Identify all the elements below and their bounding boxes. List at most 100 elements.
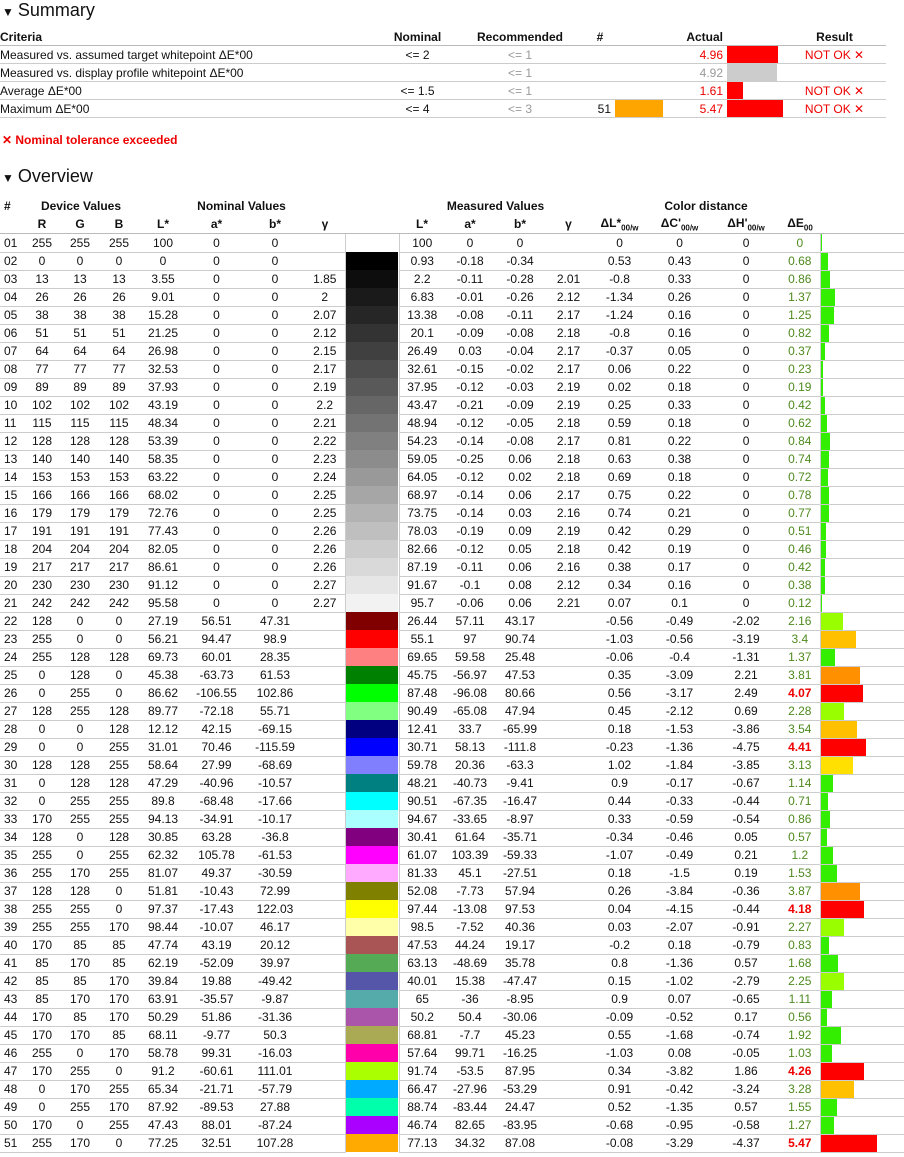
measured-cell: 91.67 (399, 576, 446, 595)
patch-number: 42 (0, 972, 24, 991)
measured-cell: -3.86 (712, 720, 781, 739)
measured-cell: 15.38 (445, 972, 496, 991)
measured-cell: 0 (712, 270, 781, 289)
nominal-cell (305, 1080, 346, 1099)
measured-cell: -16.25 (495, 1044, 546, 1063)
patch-number: 05 (0, 306, 24, 325)
delta-e: 5.47 (780, 1134, 821, 1153)
measured-cell: 0 (445, 233, 496, 253)
measured-cell: -56.97 (445, 666, 496, 685)
measured-cell: -0.05 (712, 1044, 781, 1063)
measured-cell: 0 (712, 360, 781, 379)
measured-cell: -2.12 (647, 702, 713, 721)
nominal-cell: 98.9 (245, 630, 305, 649)
nominal-swatch (346, 630, 373, 648)
actual-bar (727, 64, 777, 81)
overview-heading[interactable]: ▼ Overview (2, 166, 93, 187)
measured-cell: 54.23 (399, 432, 446, 451)
nominal-cell: 2.2 (305, 396, 346, 415)
nominal-swatch (346, 828, 373, 846)
nominal-swatch (346, 1080, 373, 1098)
nominal-cell (305, 738, 346, 757)
nominal-cell: -34.91 (188, 810, 245, 829)
measured-cell: 61.64 (445, 828, 496, 847)
measured-cell: 82.65 (445, 1116, 496, 1135)
nominal-cell: 0 (245, 324, 305, 343)
measured-cell: 0 (712, 252, 781, 271)
recommended: <= 1 (455, 45, 585, 64)
nominal-swatch (346, 738, 373, 756)
nominal-cell: 26.98 (138, 342, 188, 361)
result-status (783, 63, 886, 82)
column-header: b* (495, 215, 546, 234)
nominal-swatch (346, 270, 373, 288)
nominal-swatch (346, 684, 373, 702)
measured-cell: -0.21 (445, 396, 496, 415)
summary-header-row: Criteria Nominal Recommended # Actual Re… (0, 28, 886, 46)
measured-cell: 0.35 (592, 666, 648, 685)
color-swatch (344, 594, 400, 612)
nominal-cell: 255 (60, 684, 100, 703)
nominal-cell: 50.3 (245, 1026, 305, 1045)
measured-cell: 0.56 (592, 684, 648, 703)
measured-swatch (372, 630, 399, 648)
nominal-cell: 128 (100, 774, 138, 793)
nominal-swatch (346, 1062, 373, 1080)
color-swatch (344, 702, 400, 720)
patch-number: 51 (585, 99, 615, 118)
delta-e-bar (820, 558, 825, 576)
measured-cell: -0.49 (647, 612, 713, 631)
nominal-cell: 39.84 (138, 972, 188, 991)
measured-cell: -0.33 (647, 792, 713, 811)
measured-cell: -53.29 (495, 1080, 546, 1099)
patch-row: 38 255 255 0 97.37 -17.43 122.03 97.44 -13.08 97.… (0, 900, 904, 919)
measured-cell: 2.2 (399, 270, 446, 289)
measured-cell: 35.78 (495, 954, 546, 973)
measured-cell: -2.79 (712, 972, 781, 991)
measured-cell: 37.95 (399, 378, 446, 397)
nominal-cell: 170 (100, 1044, 138, 1063)
color-swatch (344, 630, 400, 648)
nominal-cell: 27.19 (138, 612, 188, 631)
color-swatch (344, 540, 400, 558)
nominal-cell (305, 864, 346, 883)
color-swatch (344, 648, 400, 666)
measured-cell: 25.48 (495, 648, 546, 667)
measured-cell: 80.66 (495, 684, 546, 703)
measured-cell: -1.31 (712, 648, 781, 667)
measured-cell: -3.84 (647, 882, 713, 901)
summary-heading[interactable]: ▼ Summary (2, 0, 95, 21)
nominal-cell (305, 252, 346, 271)
measured-cell: 30.71 (399, 738, 446, 757)
color-swatch (344, 468, 400, 486)
measured-cell: 100 (399, 233, 446, 253)
nominal-cell: 128 (100, 648, 138, 667)
nominal-cell: 56.51 (188, 612, 245, 631)
measured-cell: 0 (712, 342, 781, 361)
measured-cell: 0.75 (592, 486, 648, 505)
measured-cell: -0.14 (445, 432, 496, 451)
nominal-cell (305, 954, 346, 973)
measured-cell: 59.58 (445, 648, 496, 667)
nominal-cell: 153 (100, 468, 138, 487)
nominal-cell: 58.78 (138, 1044, 188, 1063)
measured-cell (545, 990, 593, 1009)
measured-cell: 2.16 (545, 504, 593, 523)
patch-row: 50 170 0 255 47.43 88.01 -87.24 46.74 82.65 -83.9… (0, 1116, 904, 1135)
patch-row: 31 0 128 128 47.29 -40.96 -10.57 48.21 -40.73 -9.… (0, 774, 904, 793)
color-swatch (344, 1098, 400, 1116)
measured-cell: -0.12 (445, 414, 496, 433)
measured-cell: -0.58 (712, 1116, 781, 1135)
nominal-cell: 42.15 (188, 720, 245, 739)
measured-cell: -59.33 (495, 846, 546, 865)
measured-cell: 0.22 (647, 360, 713, 379)
patch-number: 25 (0, 666, 24, 685)
nominal-cell: 0 (100, 1062, 138, 1081)
nominal-cell: 47.74 (138, 936, 188, 955)
nominal-swatch (346, 414, 373, 432)
color-swatch (344, 900, 400, 918)
measured-cell: -0.09 (495, 396, 546, 415)
patch-row: 01 255 255 255 100 0 0 100 0 0 0 0 0 0 (0, 233, 904, 253)
delta-e: 2.27 (780, 918, 821, 937)
nominal-cell: 0 (100, 900, 138, 919)
